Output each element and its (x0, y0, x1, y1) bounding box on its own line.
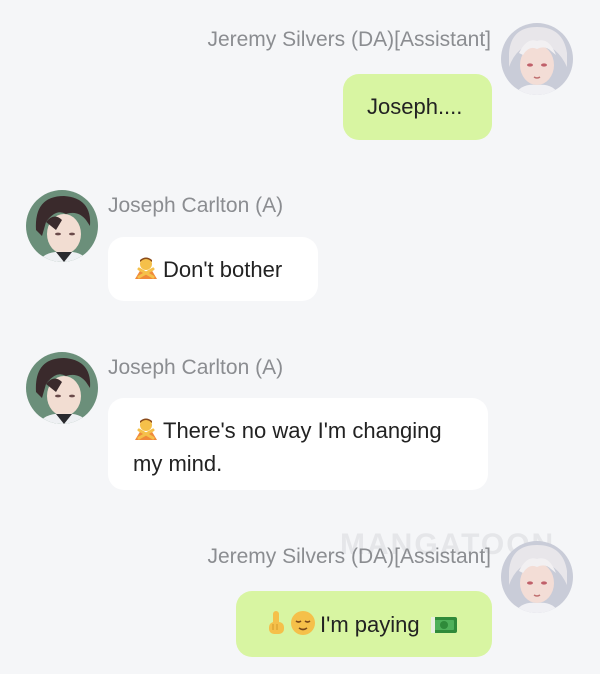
message-bubble[interactable]: Joseph.... (343, 74, 492, 140)
message-text: Joseph.... (367, 94, 463, 119)
message-text: my mind. (133, 451, 223, 476)
dollar-banknote-emoji (430, 614, 458, 643)
sender-name: Joseph Carlton (A) (108, 356, 284, 379)
message-bubble[interactable]: Don't bother (108, 237, 318, 301)
silver-hair-avatar[interactable] (501, 23, 573, 95)
message-text: Don't bother (163, 257, 283, 282)
dark-hair-avatar[interactable] (26, 352, 98, 424)
person-gesturing-no-emoji (133, 255, 159, 288)
pointing-up-emoji (264, 610, 288, 643)
silver-hair-avatar[interactable] (501, 541, 573, 613)
message-bubble[interactable]: I'm paying (236, 591, 492, 657)
dark-hair-avatar[interactable] (26, 190, 98, 262)
relieved-face-emoji (290, 610, 316, 643)
sender-name: Jeremy Silvers (DA)[Assistant] (207, 545, 491, 568)
sender-name: Joseph Carlton (A) (108, 194, 284, 217)
message-text: I'm paying (320, 612, 420, 637)
message-text: There's no way I'm changing (163, 418, 442, 443)
person-gesturing-no-emoji (133, 416, 159, 449)
message-bubble[interactable]: There's no way I'm changing my mind. (108, 398, 488, 490)
chat-thread: MANGATOON Jeremy Silvers (DA)[Assistant]… (0, 0, 600, 674)
sender-name: Jeremy Silvers (DA)[Assistant] (207, 28, 491, 51)
